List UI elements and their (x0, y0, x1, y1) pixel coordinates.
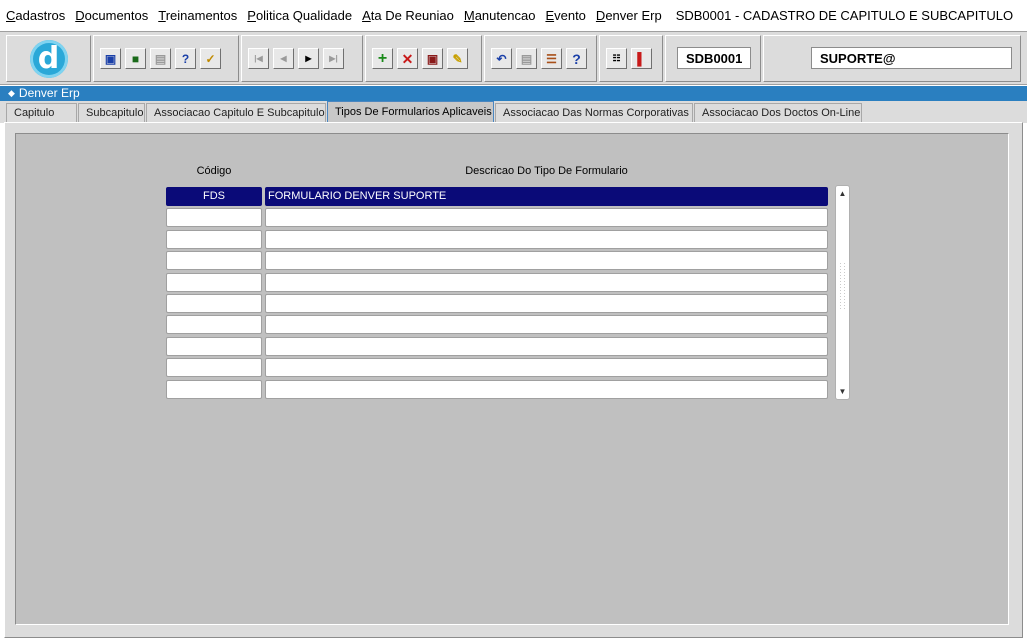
description-field[interactable] (265, 251, 828, 271)
scroll-up-icon[interactable]: ▲ (836, 187, 849, 200)
help-icon[interactable]: ? (566, 48, 587, 69)
description-field[interactable] (265, 229, 828, 249)
description-field[interactable] (265, 315, 828, 335)
form-area: Código Descricao Do Tipo De Formulario F… (15, 133, 1009, 625)
code-field[interactable] (166, 358, 262, 378)
tab-tipos-de-formularios[interactable]: Tipos De Formularios Aplicaveis (327, 101, 494, 123)
menu-evento[interactable]: Evento (545, 0, 585, 31)
exit-icon[interactable]: ▌ (631, 48, 652, 69)
menu-denver-erp[interactable]: Denver Erp (596, 0, 662, 31)
previous-record-icon[interactable]: ◀ (273, 48, 294, 69)
code-field[interactable] (166, 272, 262, 292)
last-record-icon[interactable]: ▶| (323, 48, 344, 69)
window-title-bar: ◆ Denver Erp (0, 86, 1027, 101)
tab-content-panel: Código Descricao Do Tipo De Formulario F… (4, 122, 1023, 638)
screen-title: SDB0001 - CADASTRO DE CAPITULO E SUBCAPI… (675, 8, 1014, 23)
code-field[interactable] (166, 336, 262, 356)
logo-group: d (6, 35, 91, 82)
menu-politica-qualidade[interactable]: Politica Qualidade (247, 0, 352, 31)
query-icon[interactable]: ? (175, 48, 196, 69)
description-field[interactable] (265, 293, 828, 313)
menu-bar: Cadastros Documentos Treinamentos Politi… (0, 0, 1027, 31)
toolbar-group-misc: ↶ ▤ ☰ ? (484, 35, 597, 82)
toolbar-group-exit: ☷ ▌ (599, 35, 663, 82)
toolbar-group-nav: |◀ ◀ ▶ ▶| (241, 35, 363, 82)
delete-record-icon[interactable]: ✕ (397, 48, 418, 69)
user-field: SUPORTE@ (811, 47, 1012, 69)
insert-record-icon[interactable]: + (372, 48, 393, 69)
column-header-code: Código (196, 165, 232, 177)
description-field[interactable] (265, 379, 828, 399)
window-title: Denver Erp (18, 86, 80, 100)
menu-documentos[interactable]: Documentos (75, 0, 148, 31)
menu-ata-de-reuniao[interactable]: Ata De Reuniao (362, 0, 454, 31)
description-field[interactable] (265, 336, 828, 356)
next-record-icon[interactable]: ▶ (298, 48, 319, 69)
tab-associacao-capitulo-subcapitulo[interactable]: Associacao Capitulo E Subcapitulo (146, 103, 326, 123)
find-icon[interactable]: ▣ (422, 48, 443, 69)
menu-icon[interactable]: ☷ (606, 48, 627, 69)
column-header-desc: Descricao Do Tipo De Formulario (465, 165, 628, 177)
print-icon[interactable]: ▤ (150, 48, 171, 69)
clear-icon[interactable]: ✎ (447, 48, 468, 69)
code-field[interactable] (166, 229, 262, 249)
undo-icon[interactable]: ↶ (491, 48, 512, 69)
description-field[interactable]: FORMULARIO DENVER SUPORTE (265, 187, 828, 206)
vertical-scrollbar[interactable]: ▲ : :: :: :: :: :: :: :: : ▼ (835, 185, 850, 400)
description-field[interactable] (265, 272, 828, 292)
list-icon[interactable]: ☰ (541, 48, 562, 69)
description-field[interactable] (265, 358, 828, 378)
tab-capitulo[interactable]: Capitulo (6, 103, 77, 123)
tab-associacao-normas-corporativas[interactable]: Associacao Das Normas Corporativas (495, 103, 693, 123)
code-field[interactable] (166, 251, 262, 271)
tab-strip: Capitulo Subcapitulo Associacao Capitulo… (0, 101, 1027, 123)
menu-cadastros[interactable]: Cadastros (6, 0, 65, 31)
menu-treinamentos[interactable]: Treinamentos (158, 0, 237, 31)
scroll-down-icon[interactable]: ▼ (836, 385, 849, 398)
toolbar-group-edit: ▣ ■ ▤ ? ✓ (93, 35, 239, 82)
code-field[interactable] (166, 379, 262, 399)
toolbar: d ▣ ■ ▤ ? ✓ |◀ ◀ ▶ ▶| + ✕ ▣ ✎ ↶ ▤ ☰ ? ☷ … (0, 31, 1027, 85)
execute-query-icon[interactable]: ✓ (200, 48, 221, 69)
code-field[interactable] (166, 208, 262, 228)
form-code-field: SDB0001 (677, 47, 751, 69)
first-record-icon[interactable]: |◀ (248, 48, 269, 69)
denver-logo: d (29, 39, 68, 78)
print-preview-icon[interactable]: ■ (125, 48, 146, 69)
paste-icon[interactable]: ▤ (516, 48, 537, 69)
description-field[interactable] (265, 208, 828, 228)
code-field[interactable] (166, 293, 262, 313)
scroll-grip-icon[interactable]: : :: :: :: :: :: :: :: : (839, 262, 846, 311)
tab-associacao-doctos-online[interactable]: Associacao Dos Doctos On-Line (694, 103, 862, 123)
toolbar-group-records: + ✕ ▣ ✎ (365, 35, 482, 82)
window-icon: ◆ (8, 88, 15, 98)
code-field[interactable] (166, 315, 262, 335)
save-icon[interactable]: ▣ (100, 48, 121, 69)
tab-subcapitulo[interactable]: Subcapitulo (78, 103, 145, 123)
menu-manutencao[interactable]: Manutencao (464, 0, 536, 31)
code-field[interactable]: FDS (166, 187, 262, 206)
